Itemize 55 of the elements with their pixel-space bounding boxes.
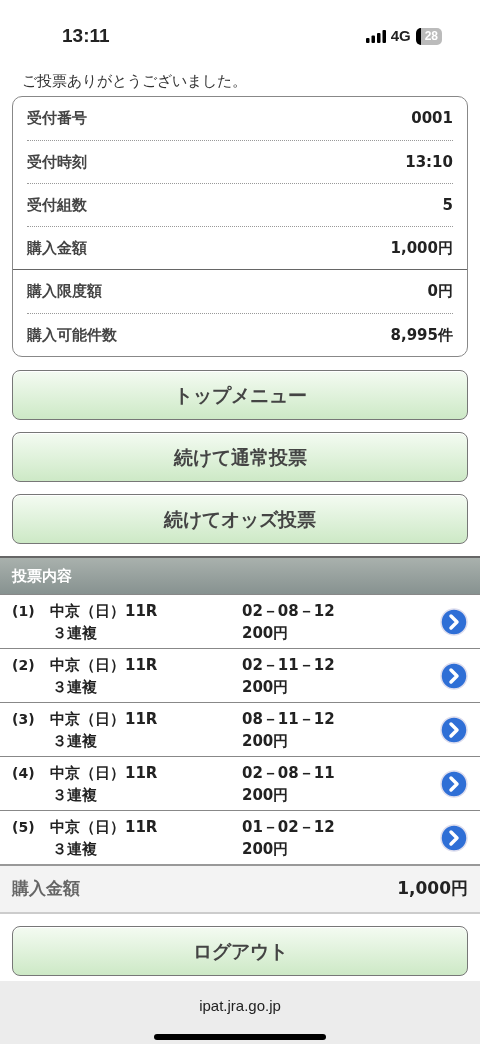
receipt-value: 1,000円 <box>390 237 453 259</box>
bet-type: ３連複 <box>51 838 98 860</box>
bet-number: (2) <box>12 656 36 675</box>
chevron-right-icon[interactable] <box>440 769 468 798</box>
bet-combination: 02－08－12 <box>242 600 336 622</box>
bet-amount: 200円 <box>242 838 290 860</box>
bet-number: (4) <box>12 764 36 783</box>
bet-number: (1) <box>12 602 36 621</box>
menu-button[interactable]: 続けて通常投票 <box>12 432 468 482</box>
network-label: 4G <box>390 25 411 46</box>
total-label: 購入金額 <box>12 877 80 901</box>
signal-icon <box>365 29 386 43</box>
menu-button[interactable]: 続けてオッズ投票 <box>12 494 468 544</box>
receipt-value: 0001 <box>411 108 453 130</box>
status-time: 13:11 <box>62 23 110 48</box>
receipt-label: 購入可能件数 <box>27 324 117 346</box>
chevron-right-icon[interactable] <box>440 661 468 690</box>
bet-amount: 200円 <box>242 622 290 644</box>
thank-you-message: ご投票ありがとうございました。 <box>22 72 247 90</box>
receipt-label: 受付組数 <box>27 194 87 216</box>
race-name: 中京（日）11R <box>50 600 159 622</box>
bet-type: ３連複 <box>51 784 98 806</box>
race-name: 中京（日）11R <box>50 654 159 676</box>
bet-number: (3) <box>12 710 36 729</box>
chevron-right-icon[interactable] <box>440 607 468 636</box>
bet-combination: 02－11－12 <box>242 654 336 676</box>
receipt-value: 0円 <box>427 281 453 303</box>
bet-combination: 08－11－12 <box>242 708 336 730</box>
chevron-right-icon[interactable] <box>440 823 468 852</box>
receipt-value: 13:10 <box>405 151 453 173</box>
url-label: ipat.jra.go.jp <box>199 996 281 1016</box>
total-value: 1,000円 <box>397 877 468 901</box>
chevron-right-icon[interactable] <box>440 715 468 744</box>
receipt-label: 購入金額 <box>27 237 87 259</box>
section-header: 投票内容 <box>0 556 480 594</box>
bet-combination: 02－08－11 <box>242 762 336 784</box>
bet-type: ３連複 <box>51 622 98 644</box>
receipt-label: 購入限度額 <box>27 281 102 303</box>
race-name: 中京（日）11R <box>50 816 159 838</box>
race-name: 中京（日）11R <box>50 708 159 730</box>
bet-number: (5) <box>12 818 36 837</box>
receipt-label: 受付時刻 <box>27 151 87 173</box>
logout-button[interactable]: ログアウト <box>12 926 468 976</box>
bet-combination: 01－02－12 <box>242 816 336 838</box>
menu-button[interactable]: トップメニュー <box>12 370 468 420</box>
receipt-label: 受付番号 <box>27 108 87 130</box>
race-name: 中京（日）11R <box>50 762 159 784</box>
bet-type: ３連複 <box>51 676 98 698</box>
battery-indicator: 28 <box>415 27 442 45</box>
bet-amount: 200円 <box>242 784 290 806</box>
bet-type: ３連複 <box>51 730 98 752</box>
receipt-value: 8,995件 <box>390 324 453 346</box>
receipt-value: 5 <box>442 194 453 216</box>
bet-amount: 200円 <box>242 676 290 698</box>
bet-amount: 200円 <box>242 730 290 752</box>
